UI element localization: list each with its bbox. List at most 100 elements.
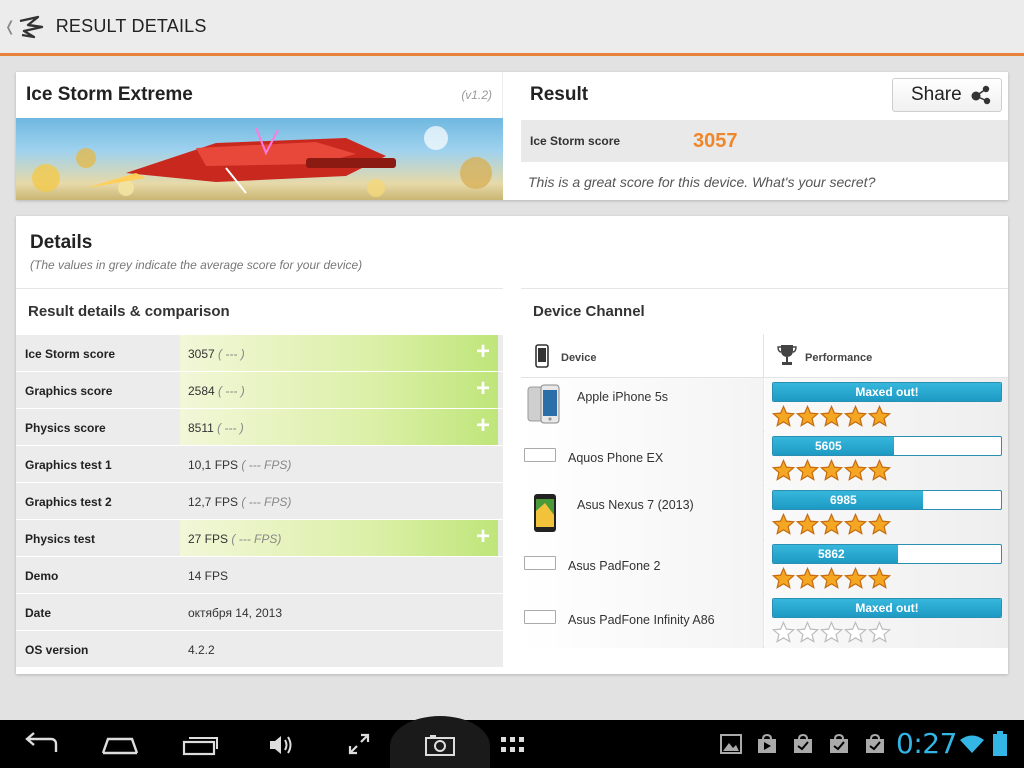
star-filled-icon — [844, 459, 867, 481]
star-filled-icon — [844, 405, 867, 427]
device-cell: Aquos Phone EX — [521, 432, 764, 486]
comparison-row: OS version 4.2.2 — [16, 630, 503, 667]
device-channel-heading: Device Channel — [521, 288, 1008, 334]
row-average: ( --- ) — [214, 347, 245, 361]
device-column-header: Device — [521, 334, 764, 378]
comparison-row: Demo 14 FPS — [16, 556, 503, 593]
comparison-table: Ice Storm score 3057 ( --- ) + Graphics sco… — [16, 334, 503, 667]
comparison-row-label: Demo — [25, 569, 59, 583]
volume-icon[interactable] — [268, 733, 294, 757]
row-score: 2584 — [188, 384, 215, 398]
performance-bar: Maxed out! — [772, 598, 1002, 618]
comparison-row-label: OS version — [25, 643, 89, 657]
fullscreen-icon[interactable] — [348, 733, 370, 755]
screenshot-camera-icon[interactable] — [424, 733, 456, 757]
performance-bar-label: 5862 — [818, 547, 845, 561]
device-row[interactable]: Asus Nexus 7 (2013) 6985 — [521, 486, 1008, 540]
performance-cell: 5862 — [765, 540, 1008, 594]
app-drawer-icon[interactable] — [500, 736, 526, 754]
comparison-row-value[interactable]: 2584 ( --- ) + — [180, 372, 498, 408]
recent-apps-icon[interactable] — [182, 734, 220, 756]
star-filled-icon — [796, 459, 819, 481]
comparison-row-label: Ice Storm score — [25, 347, 116, 361]
device-row[interactable]: Aquos Phone EX 5605 — [521, 432, 1008, 486]
row-average: ( --- ) — [214, 384, 245, 398]
device-table-header: Device Performance — [521, 334, 1008, 378]
update-complete-icon[interactable] — [828, 734, 850, 754]
comparison-heading: Result details & comparison — [16, 288, 503, 334]
device-row[interactable]: Asus PadFone Infinity A86 Maxed out! — [521, 594, 1008, 648]
comparison-row-value[interactable]: 8511 ( --- ) + — [180, 409, 498, 445]
share-button[interactable]: Share — [892, 78, 1002, 112]
comparison-row-value: октября 14, 2013 — [180, 594, 498, 630]
comparison-row: Date октября 14, 2013 — [16, 593, 503, 630]
star-filled-icon — [868, 405, 891, 427]
performance-cell: 5605 — [765, 432, 1008, 486]
star-filled-icon — [868, 513, 891, 535]
device-thumbnail-placeholder — [524, 556, 556, 570]
device-thumbnail-placeholder — [524, 610, 556, 624]
performance-column-header: Performance — [765, 334, 1008, 378]
download-complete-icon[interactable] — [792, 734, 814, 754]
row-score: 12,7 FPS — [188, 495, 239, 509]
summary-card: Ice Storm Extreme (v1.2) Result Share Ic… — [16, 72, 1008, 200]
score-row: Ice Storm score 3057 — [521, 120, 1008, 162]
device-row[interactable]: Asus PadFone 2 5862 — [521, 540, 1008, 594]
performance-cell: 6985 — [765, 486, 1008, 540]
3dmark-logo-icon[interactable] — [18, 15, 44, 39]
row-score: 27 FPS — [188, 532, 229, 546]
comparison-row: Graphics score 2584 ( --- ) + — [16, 371, 503, 408]
benchmark-name: Ice Storm Extreme — [26, 84, 193, 105]
performance-bar: 5862 — [772, 544, 1002, 564]
row-score: 8511 — [188, 421, 214, 435]
star-filled-icon — [844, 567, 867, 589]
comparison-row-value[interactable]: 3057 ( --- ) + — [180, 335, 498, 371]
comparison-row-value: 14 FPS — [180, 557, 498, 593]
row-score: 3057 — [188, 347, 215, 361]
result-panel: Result Share Ice Storm score 3057 This i… — [521, 72, 1008, 200]
play-store-notification-icon[interactable] — [756, 734, 778, 754]
action-bar: ❬ RESULT DETAILS — [0, 0, 1024, 56]
benchmark-banner-image — [16, 118, 503, 200]
install-complete-icon[interactable] — [864, 734, 886, 754]
battery-icon — [993, 731, 1007, 756]
back-chevron-icon[interactable]: ❬ — [4, 18, 16, 35]
share-icon — [971, 85, 990, 105]
expand-plus-icon[interactable]: + — [476, 525, 490, 549]
comparison-row: Graphics test 1 10,1 FPS ( --- FPS) — [16, 445, 503, 482]
phone-icon — [535, 344, 549, 368]
row-average: ( --- ) — [213, 421, 244, 435]
gallery-notification-icon[interactable] — [720, 734, 742, 754]
star-filled-icon — [796, 405, 819, 427]
details-subtitle: (The values in grey indicate the average… — [30, 258, 363, 272]
home-icon[interactable] — [100, 734, 140, 756]
star-filled-icon — [820, 405, 843, 427]
expand-plus-icon[interactable]: + — [476, 377, 490, 401]
comparison-row-value[interactable]: 27 FPS ( --- FPS) + — [180, 520, 498, 556]
device-cell: Asus Nexus 7 (2013) — [521, 486, 764, 540]
star-filled-icon — [844, 513, 867, 535]
expand-plus-icon[interactable]: + — [476, 414, 490, 438]
comparison-row-label: Graphics score — [25, 384, 113, 398]
expand-plus-icon[interactable]: + — [476, 340, 490, 364]
device-channel-table: Device Performance Apple iPhone 5s Maxed … — [521, 334, 1008, 648]
result-title: Result — [530, 84, 589, 105]
comparison-row-value: 12,7 FPS ( --- FPS) — [180, 483, 498, 519]
comparison-row-label: Date — [25, 606, 52, 620]
performance-bar: 6985 — [772, 490, 1002, 510]
star-filled-icon — [772, 567, 795, 589]
star-filled-icon — [820, 459, 843, 481]
status-clock: 0:27 — [896, 727, 957, 760]
performance-cell: Maxed out! — [765, 378, 1008, 432]
back-icon[interactable] — [22, 732, 60, 756]
comparison-row: Physics score 8511 ( --- ) + — [16, 408, 503, 445]
device-column-label: Device — [561, 352, 597, 364]
device-name: Asus PadFone Infinity A86 — [568, 613, 715, 627]
device-name: Aquos Phone EX — [568, 451, 664, 465]
comparison-row-label: Physics test — [25, 532, 96, 546]
performance-bar-label: Maxed out! — [855, 601, 919, 615]
share-label: Share — [911, 84, 962, 105]
device-row[interactable]: Apple iPhone 5s Maxed out! — [521, 378, 1008, 432]
performance-column-label: Performance — [805, 352, 873, 364]
performance-bar-label: 6985 — [830, 493, 857, 507]
